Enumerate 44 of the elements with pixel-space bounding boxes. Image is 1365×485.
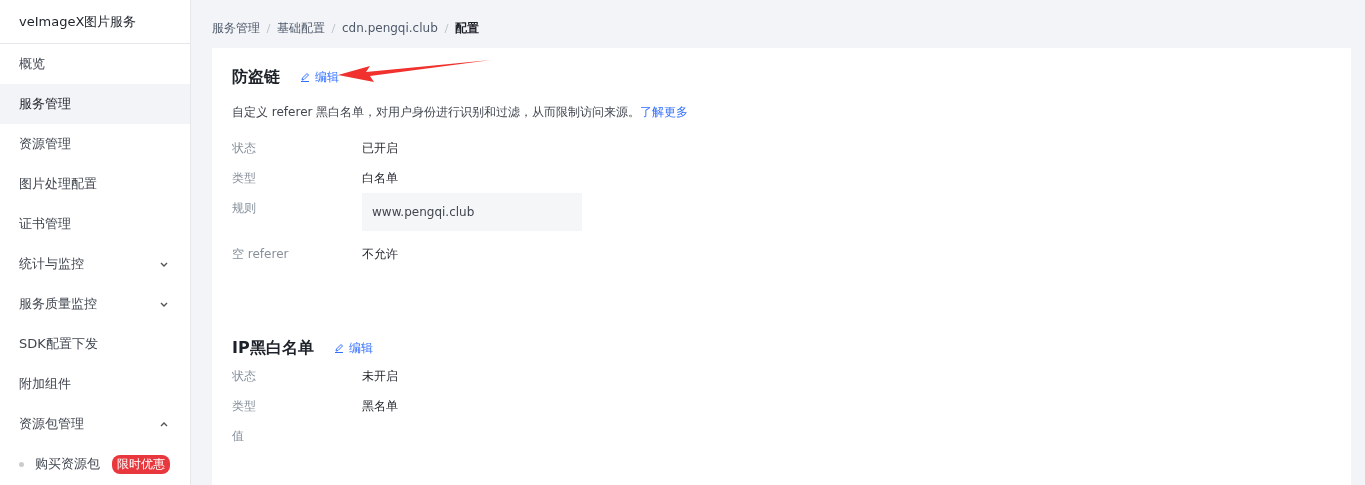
edit-link[interactable]: 编辑 — [300, 68, 339, 86]
app-title: veImageX图片服务 — [0, 0, 190, 44]
sidebar-item[interactable]: SDK配置下发 — [0, 324, 190, 364]
chevron-icon — [160, 301, 168, 307]
section-title: IP黑白名单 — [232, 337, 314, 359]
chevron-icon — [160, 421, 168, 427]
breadcrumb-item[interactable]: 服务管理 — [212, 19, 260, 37]
breadcrumb-item: 配置 — [454, 19, 479, 37]
sidebar-item[interactable]: 图片处理配置 — [0, 164, 190, 204]
sidebar-subitem[interactable]: 购买资源包 限时优惠 — [0, 444, 190, 484]
sidebar-item[interactable]: 附加组件 — [0, 364, 190, 404]
field-label: 状态 — [232, 368, 257, 385]
promo-badge: 限时优惠 — [112, 454, 170, 474]
section-title: 防盗链 — [232, 66, 280, 88]
chevron-icon — [160, 261, 168, 267]
sidebar-item[interactable]: 资源包管理 — [0, 404, 190, 444]
sidebar-item[interactable]: 服务质量监控 — [0, 284, 190, 324]
pencil-icon — [333, 343, 344, 353]
breadcrumb-separator-icon — [331, 22, 336, 34]
field-value: 不允许 — [362, 246, 398, 263]
learn-more-link[interactable]: 了解更多 — [640, 105, 689, 119]
sidebar-item[interactable]: 统计与监控 — [0, 244, 190, 284]
breadcrumb-item[interactable]: 基础配置 — [277, 19, 325, 37]
field-value: 已开启 — [362, 140, 398, 157]
breadcrumb-item[interactable]: cdn.pengqi.club — [342, 21, 438, 35]
field-value: 黑名单 — [362, 398, 398, 415]
pencil-icon — [300, 72, 310, 82]
breadcrumb-separator-icon — [443, 22, 449, 34]
field-label: 类型 — [232, 398, 257, 415]
field-value: 白名单 — [362, 170, 398, 187]
sidebar-item[interactable]: 概览 — [0, 44, 190, 84]
field-label: 规则 — [232, 200, 257, 217]
field-label: 值 — [232, 428, 245, 445]
edit-link[interactable]: 编辑 — [333, 339, 373, 357]
field-label: 类型 — [232, 170, 257, 187]
field-label: 空 referer — [232, 246, 290, 263]
rule-value-box: www.pengqi.club — [362, 193, 582, 231]
field-value: 未开启 — [362, 368, 398, 385]
section-description: 自定义 referer 黑白名单，对用户身份进行识别和过滤，从而限制访问来源。了解更多 — [232, 104, 690, 121]
field-label: 状态 — [232, 140, 257, 157]
sidebar-item[interactable]: 资源管理 — [0, 124, 190, 164]
sidebar-item[interactable]: 证书管理 — [0, 204, 190, 244]
breadcrumb-separator-icon — [266, 22, 271, 34]
sidebar-item[interactable]: 服务管理 — [0, 84, 190, 124]
